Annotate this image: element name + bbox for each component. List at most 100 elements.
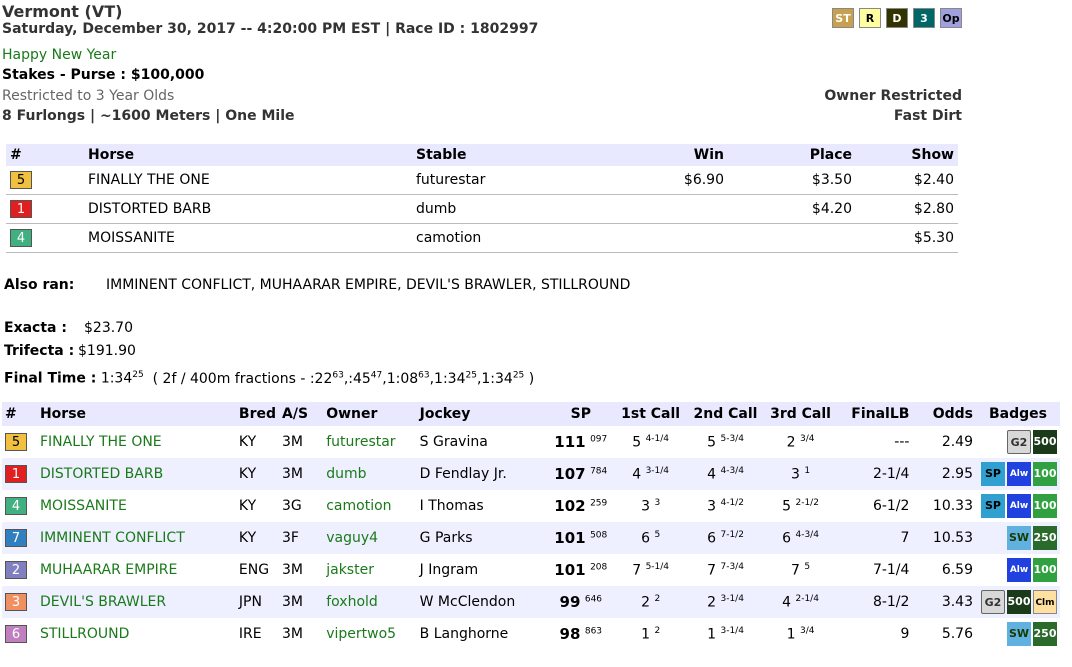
sp-sup: 784 xyxy=(590,466,608,477)
horse-link[interactable]: DEVIL'S BRAWLER xyxy=(36,586,236,618)
stable-name: futurestar xyxy=(412,166,600,195)
stakes-label: Stakes - Purse : xyxy=(2,67,126,83)
race-type-badge: ST xyxy=(832,8,854,28)
call-pos: 7 xyxy=(632,562,642,579)
col-horse: Horse xyxy=(84,144,412,166)
speed-figure: 98 863 xyxy=(548,618,613,650)
first-call: 3 3 xyxy=(613,490,688,522)
call-pos: 4 xyxy=(782,594,792,611)
owner-link[interactable]: foxhold xyxy=(323,586,417,618)
call-pos: 6 xyxy=(641,530,650,547)
second-call: 5 5-3/4 xyxy=(688,426,763,458)
horse-link[interactable]: IMMINENT CONFLICT xyxy=(36,522,236,554)
results-table: # Horse Stable Win Place Show 5 FINALLY T… xyxy=(6,144,958,253)
full-results-row: 4 MOISSANITE KY 3G camotion I Thomas 102 259 3 … xyxy=(2,490,1060,522)
first-call: 7 5-1/4 xyxy=(613,554,688,586)
jockey-cell: B Langhorne xyxy=(419,626,509,642)
call-margin: 1 xyxy=(804,465,811,476)
award-badge: G2 xyxy=(981,590,1005,614)
col-stable: Stable xyxy=(412,144,600,166)
third-call: 2 3/4 xyxy=(763,426,838,458)
final-lengths: 7-1/4 xyxy=(872,562,910,578)
stable-name: dumb xyxy=(412,194,600,224)
owner-link[interactable]: vipertwo5 xyxy=(323,618,416,650)
award-badge: 500 xyxy=(1033,430,1057,454)
fraction-time: ,1:34 xyxy=(429,370,466,387)
horse-link[interactable]: STILLROUND xyxy=(37,618,236,650)
pgm-cell: 5 xyxy=(6,166,84,195)
owner-link[interactable]: futurestar xyxy=(323,426,416,458)
owner-link[interactable]: vaguy4 xyxy=(323,522,417,554)
second-call: 1 3-1/4 xyxy=(688,618,763,650)
program-number: 4 xyxy=(5,497,27,515)
full-results-row: 7 IMMINENT CONFLICT KY 3F vaguy4 G Parks 101 5… xyxy=(2,522,1060,554)
age-sex-cell: 3M xyxy=(279,458,324,490)
owner-link[interactable]: camotion xyxy=(323,490,416,522)
call-margin: 7-1/2 xyxy=(720,529,744,540)
col-place: Place xyxy=(728,144,856,166)
horse-name: FINALLY THE ONE xyxy=(84,166,412,195)
exacta-value: $23.70 xyxy=(84,320,133,336)
full-col-header: SP xyxy=(548,402,614,426)
place-payout: $4.20 xyxy=(728,194,856,224)
call-pos: 3 xyxy=(707,498,717,515)
age-sex-cell: 3M xyxy=(279,586,324,618)
badges-cell: SP Alw 100 xyxy=(976,490,1060,522)
sp-value: 101 xyxy=(554,561,586,579)
bred-cell: KY xyxy=(238,434,257,450)
horse-link[interactable]: MUHAARAR EMPIRE xyxy=(37,554,236,586)
surface: Fast Dirt xyxy=(893,108,962,124)
sp-sup: 646 xyxy=(584,594,603,605)
call-margin: 4-3/4 xyxy=(720,465,744,476)
fraction-sup: 47 xyxy=(370,370,383,380)
bred-cell: JPN xyxy=(235,586,280,618)
race-type-badge: 3 xyxy=(913,8,935,28)
age-sex-cell: 3M xyxy=(282,626,304,642)
call-pos: 5 xyxy=(782,498,792,515)
program-number: 5 xyxy=(10,171,32,189)
sp-value: 102 xyxy=(554,497,586,515)
call-pos: 3 xyxy=(790,466,800,483)
final-time-line: Final Time : 1:3425 ( 2f / 400m fraction… xyxy=(4,370,534,387)
final-lengths: 9 xyxy=(900,626,910,642)
owner-link[interactable]: dumb xyxy=(323,458,417,490)
win-payout xyxy=(600,194,728,224)
call-margin: 7-3/4 xyxy=(720,561,744,572)
award-badge: Alw xyxy=(1007,462,1031,486)
restriction-text: Restricted to 3 Year Olds xyxy=(2,88,175,104)
call-margin: 3/4 xyxy=(799,433,815,444)
call-pos: 7 xyxy=(707,562,717,579)
odds-cell: 3.43 xyxy=(912,586,976,618)
fractions: ( 2f / 400m fractions - :2263,:4547,1:08… xyxy=(153,370,535,387)
call-pos: 2 xyxy=(786,434,796,451)
badges-cell: SW 250 xyxy=(976,522,1060,554)
jockey-cell: W McClendon xyxy=(416,586,549,618)
sp-sup: 097 xyxy=(590,434,608,445)
owner-link[interactable]: jakster xyxy=(323,554,416,586)
odds-cell: 5.76 xyxy=(941,626,973,642)
sp-value: 101 xyxy=(554,529,586,547)
full-col-header: 1st Call xyxy=(613,402,688,426)
pgm-cell: 1 xyxy=(6,194,84,224)
final-lengths: 7 xyxy=(837,522,913,554)
call-pos: 4 xyxy=(707,466,717,483)
call-margin: 2-1/4 xyxy=(795,593,819,604)
full-col-header: Jockey xyxy=(416,402,549,426)
horse-link[interactable]: MOISSANITE xyxy=(37,490,236,522)
sp-value: 107 xyxy=(554,465,586,483)
call-margin: 5-3/4 xyxy=(720,433,744,444)
call-pos: 5 xyxy=(707,434,717,451)
pgm-cell: 6 xyxy=(2,618,37,650)
results-row: 4 MOISSANITE camotion $5.30 xyxy=(6,223,958,253)
fraction-sup: 63 xyxy=(418,370,430,380)
badges-cell: G2 500 xyxy=(976,426,1060,458)
program-number: 3 xyxy=(5,593,27,611)
fraction-time: ,1:34 xyxy=(476,370,513,387)
horse-link[interactable]: FINALLY THE ONE xyxy=(37,426,236,458)
horse-link[interactable]: DISTORTED BARB xyxy=(36,458,236,490)
age-sex-cell: 3G xyxy=(282,498,302,514)
award-badge: SP xyxy=(981,462,1005,486)
first-call: 2 2 xyxy=(613,586,688,618)
call-margin: 3-1/4 xyxy=(645,465,670,476)
speed-figure: 101 208 xyxy=(548,554,613,586)
